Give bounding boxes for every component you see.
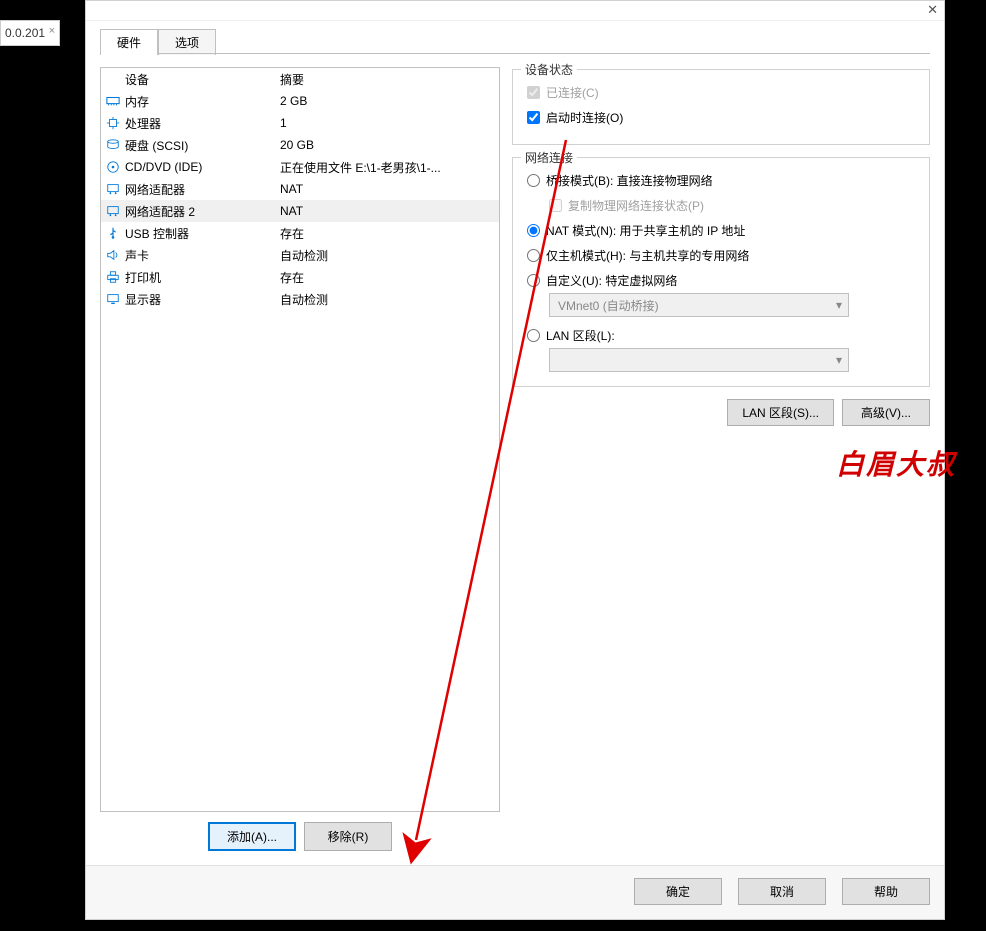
device-summary: 20 GB [280,138,499,152]
device-row[interactable]: 打印机 存在 [101,266,499,288]
advanced-button[interactable]: 高级(V)... [842,399,930,426]
device-name: 内存 [125,93,149,110]
nat-radio[interactable] [527,224,540,237]
hostonly-radio[interactable] [527,249,540,262]
device-row[interactable]: 声卡 自动检测 [101,244,499,266]
device-summary: 存在 [280,269,499,286]
lan-segments-button[interactable]: LAN 区段(S)... [727,399,834,426]
dialog-titlebar: ✕ [86,1,944,21]
network-icon [105,203,121,219]
custom-vmnet-select: VMnet0 (自动桥接) ▾ [549,293,849,317]
usb-icon [105,225,121,241]
vm-settings-dialog: ✕ 硬件 选项 设备 摘要 内存 2 GB 处理器 1 硬盘 (SCSI) 20 GB CD… [85,0,945,920]
watermark-text: 白眉大叔 [836,443,956,483]
list-header: 设备 摘要 [101,68,499,90]
device-summary: 正在使用文件 E:\1-老男孩\1-... [280,159,499,176]
device-name: 网络适配器 [125,181,185,198]
connect-at-poweron-label: 启动时连接(O) [546,109,623,126]
device-summary: 存在 [280,225,499,242]
hardware-left-pane: 设备 摘要 内存 2 GB 处理器 1 硬盘 (SCSI) 20 GB CD/DVD (ID… [100,67,500,865]
device-name: 显示器 [125,291,161,308]
device-summary: 2 GB [280,94,499,108]
help-button[interactable]: 帮助 [842,878,930,905]
device-status-group: 设备状态 已连接(C) 启动时连接(O) [512,69,930,145]
tab-options[interactable]: 选项 [158,29,216,55]
add-button[interactable]: 添加(A)... [208,822,296,851]
remove-button[interactable]: 移除(R) [304,822,392,851]
connected-checkbox [527,86,540,99]
device-row[interactable]: 处理器 1 [101,112,499,134]
display-icon [105,291,121,307]
chevron-down-icon: ▾ [836,298,842,312]
device-row[interactable]: 内存 2 GB [101,90,499,112]
connected-label: 已连接(C) [546,84,599,101]
device-name: 打印机 [125,269,161,286]
custom-label: 自定义(U): 特定虚拟网络 [546,272,677,289]
dialog-footer: 确定 取消 帮助 [86,865,944,919]
chevron-down-icon: ▾ [836,353,842,367]
device-name: CD/DVD (IDE) [125,160,202,174]
device-name: 处理器 [125,115,161,132]
header-device: 设备 [105,71,280,88]
connect-at-poweron-checkbox[interactable] [527,111,540,124]
device-row[interactable]: 显示器 自动检测 [101,288,499,310]
nat-label: NAT 模式(N): 用于共享主机的 IP 地址 [546,222,745,239]
browser-tab-fragment: 0.0.201 × [0,20,60,46]
network-connection-legend: 网络连接 [521,149,577,166]
device-summary: 自动检测 [280,291,499,308]
device-name: 硬盘 (SCSI) [125,137,188,154]
network-icon [105,181,121,197]
device-row[interactable]: 网络适配器 2 NAT [101,200,499,222]
bridged-radio[interactable] [527,174,540,187]
network-connection-group: 网络连接 桥接模式(B): 直接连接物理网络 复制物理网络连接状态(P) NAT… [512,157,930,387]
device-summary: 1 [280,116,499,130]
cpu-icon [105,115,121,131]
hostonly-label: 仅主机模式(H): 与主机共享的专用网络 [546,247,749,264]
device-name: 网络适配器 2 [125,203,195,220]
device-row[interactable]: USB 控制器 存在 [101,222,499,244]
device-list[interactable]: 设备 摘要 内存 2 GB 处理器 1 硬盘 (SCSI) 20 GB CD/DVD (ID… [100,67,500,812]
printer-icon [105,269,121,285]
lansegment-select: ▾ [549,348,849,372]
tab-strip: 硬件 选项 [86,21,944,55]
device-summary: 自动检测 [280,247,499,264]
device-summary: NAT [280,182,499,196]
lansegment-label: LAN 区段(L): [546,327,615,344]
device-summary: NAT [280,204,499,218]
device-row[interactable]: CD/DVD (IDE) 正在使用文件 E:\1-老男孩\1-... [101,156,499,178]
close-icon[interactable]: × [49,25,55,37]
replicate-checkbox [549,199,562,212]
disc-icon [105,159,121,175]
tab-hardware[interactable]: 硬件 [100,29,158,55]
sound-icon [105,247,121,263]
close-icon[interactable]: ✕ [927,2,938,18]
device-row[interactable]: 硬盘 (SCSI) 20 GB [101,134,499,156]
header-summary: 摘要 [280,71,499,88]
lansegment-radio[interactable] [527,329,540,342]
ok-button[interactable]: 确定 [634,878,722,905]
device-name: USB 控制器 [125,225,189,242]
device-status-legend: 设备状态 [521,61,577,78]
disk-icon [105,137,121,153]
bridged-label: 桥接模式(B): 直接连接物理网络 [546,172,713,189]
memory-icon [105,93,121,109]
device-name: 声卡 [125,247,149,264]
replicate-label: 复制物理网络连接状态(P) [568,197,704,214]
custom-radio[interactable] [527,274,540,287]
tab-ip-label: 0.0.201 [5,26,45,40]
device-row[interactable]: 网络适配器 NAT [101,178,499,200]
cancel-button[interactable]: 取消 [738,878,826,905]
